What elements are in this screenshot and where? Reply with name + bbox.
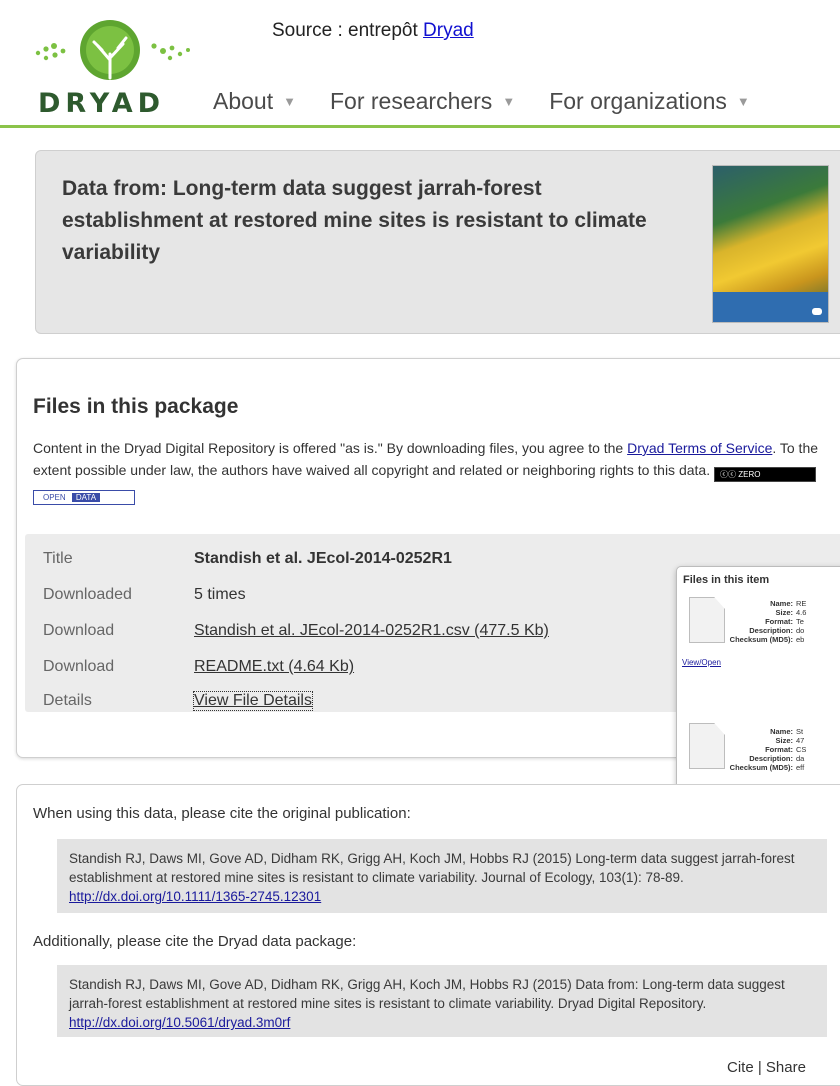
source-note: Source : entrepôt Dryad bbox=[272, 20, 474, 42]
citation-panel: When using this data, please cite the or… bbox=[16, 784, 840, 1086]
field-value: CS bbox=[796, 745, 807, 754]
files-desc-text-1: Content in the Dryad Digital Repository … bbox=[33, 440, 628, 456]
view-open-link[interactable]: View/Open bbox=[682, 658, 721, 667]
cite-package-intro: Additionally, please cite the Dryad data… bbox=[33, 933, 357, 950]
file-field-format: Format: Te bbox=[737, 617, 804, 626]
field-value: eff bbox=[796, 763, 805, 772]
file-field-description: Description: do bbox=[737, 626, 804, 635]
field-value: 4.6 bbox=[796, 608, 807, 617]
field-value: 47 bbox=[796, 736, 805, 745]
cc-zero-badge[interactable]: ⓒⓒ ZERO bbox=[713, 467, 816, 482]
cc-zero-label: ZERO bbox=[738, 470, 761, 479]
file-field-checksum: Checksum (MD5): eb bbox=[717, 635, 805, 644]
cite-share-separator: | bbox=[753, 1059, 766, 1076]
cite-link[interactable]: Cite bbox=[727, 1059, 754, 1076]
open-data-badge[interactable]: OPEN DATA bbox=[33, 490, 135, 505]
page-title: Data from: Long-term data suggest jarrah… bbox=[62, 177, 647, 264]
chevron-down-icon: ▼ bbox=[283, 94, 296, 109]
field-label: Checksum (MD5): bbox=[729, 635, 793, 644]
file-field-name: Name: RE bbox=[737, 599, 806, 608]
main-nav: About ▼ For researchers ▼ For organizati… bbox=[213, 88, 750, 115]
field-label: Checksum (MD5): bbox=[729, 763, 793, 772]
nav-for-organizations-label: For organizations bbox=[549, 88, 727, 114]
field-value: St bbox=[796, 727, 804, 736]
field-label: Format: bbox=[765, 745, 793, 754]
field-label: Name: bbox=[770, 599, 793, 608]
file-field-checksum: Checksum (MD5): eff bbox=[717, 763, 805, 772]
cover-band bbox=[713, 292, 828, 322]
nav-divider bbox=[0, 125, 840, 128]
row-label: Download bbox=[43, 622, 115, 639]
popup-title: Files in this item bbox=[683, 574, 770, 586]
files-heading: Files in this package bbox=[33, 395, 239, 418]
view-file-details-link[interactable]: View File Details bbox=[193, 691, 313, 711]
file-title-value: Standish et al. JEcol-2014-0252R1 bbox=[194, 550, 452, 567]
field-label: Description: bbox=[749, 626, 793, 635]
file-field-name: Name: St bbox=[737, 727, 803, 736]
cite-original-intro: When using this data, please cite the or… bbox=[33, 805, 411, 822]
dryad-wordmark: DRYAD bbox=[38, 88, 165, 119]
journal-cover-image[interactable] bbox=[712, 165, 829, 323]
nav-for-researchers[interactable]: For researchers ▼ bbox=[330, 88, 515, 115]
chevron-down-icon: ▼ bbox=[736, 94, 750, 109]
row-label: Title bbox=[43, 550, 73, 567]
field-value: Te bbox=[796, 617, 804, 626]
original-doi-link[interactable]: http://dx.doi.org/10.1111/1365-2745.1230… bbox=[69, 889, 321, 904]
logo-text: DRYAD bbox=[38, 88, 166, 119]
open-data-label-1: OPEN bbox=[39, 493, 70, 502]
source-prefix: Source : entrepôt bbox=[272, 20, 424, 41]
field-value: RE bbox=[796, 599, 807, 608]
original-citation-text: Standish RJ, Daws MI, Gove AD, Didham RK… bbox=[69, 851, 795, 885]
nav-for-researchers-label: For researchers bbox=[329, 88, 493, 114]
file-field-format: Format: CS bbox=[737, 745, 806, 754]
field-value: do bbox=[796, 626, 805, 635]
file-field-size: Size: 4.6 bbox=[737, 608, 806, 617]
nav-for-organizations[interactable]: For organizations ▼ bbox=[549, 88, 750, 115]
download-csv-link[interactable]: Standish et al. JEcol-2014-0252R1.csv (4… bbox=[194, 622, 549, 640]
field-value: da bbox=[796, 754, 805, 763]
field-label: Name: bbox=[770, 727, 793, 736]
package-citation-text: Standish RJ, Daws MI, Gove AD, Didham RK… bbox=[69, 977, 785, 1011]
download-readme-link[interactable]: README.txt (4.64 Kb) bbox=[194, 658, 354, 676]
field-value: eb bbox=[796, 635, 805, 644]
field-label: Size: bbox=[775, 608, 793, 617]
nav-about[interactable]: About ▼ bbox=[213, 88, 296, 115]
terms-of-service-link[interactable]: Dryad Terms of Service bbox=[627, 440, 772, 456]
cite-share-links: Cite | Share bbox=[727, 1059, 806, 1076]
cover-logo-mark bbox=[812, 308, 822, 315]
download-count: 5 times bbox=[194, 586, 246, 603]
nav-about-label: About bbox=[213, 88, 274, 114]
row-label: Downloaded bbox=[43, 586, 132, 603]
share-link[interactable]: Share bbox=[766, 1059, 806, 1076]
data-package-citation: Standish RJ, Daws MI, Gove AD, Didham RK… bbox=[57, 965, 827, 1037]
row-label: Download bbox=[43, 658, 115, 675]
field-label: Description: bbox=[749, 754, 793, 763]
files-description: Content in the Dryad Digital Repository … bbox=[33, 437, 833, 505]
file-field-description: Description: da bbox=[737, 754, 804, 763]
field-label: Format: bbox=[765, 617, 793, 626]
original-publication-citation: Standish RJ, Daws MI, Gove AD, Didham RK… bbox=[57, 839, 827, 913]
row-label: Details bbox=[43, 692, 92, 709]
dataset-title-panel: Data from: Long-term data suggest jarrah… bbox=[35, 150, 840, 334]
chevron-down-icon: ▼ bbox=[502, 94, 516, 109]
file-field-size: Size: 47 bbox=[737, 736, 804, 745]
field-label: Size: bbox=[775, 736, 793, 745]
open-data-label-2: DATA bbox=[71, 493, 101, 502]
package-doi-link[interactable]: http://dx.doi.org/10.5061/dryad.3m0rf bbox=[69, 1015, 290, 1030]
dryad-source-link[interactable]: Dryad bbox=[423, 20, 474, 41]
